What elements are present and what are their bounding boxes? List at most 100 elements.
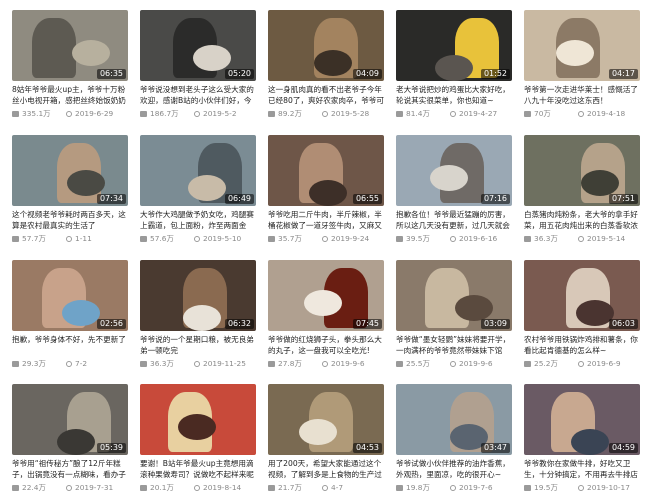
thumbnail-object [183, 305, 221, 331]
view-count: 89.2万 [278, 109, 302, 118]
video-card[interactable]: 要谢！B站年爷最火up主竟想用滴滚种果做寿司？说做吃不起样来呢~ 20.1万 201… [140, 384, 256, 493]
upload-date: 2019-6-29 [75, 109, 114, 118]
play-count-icon [524, 361, 531, 367]
play-count-icon [524, 485, 531, 491]
video-thumbnail[interactable]: 06:32 [140, 260, 256, 331]
thumbnail-object [72, 40, 110, 66]
video-thumbnail[interactable] [140, 384, 256, 455]
video-thumbnail[interactable]: 04:09 [268, 10, 384, 81]
upload-date: 2019-5-2 [203, 109, 237, 118]
thumbnail-object [178, 414, 216, 440]
upload-date: 2019-7-31 [75, 483, 114, 492]
video-thumbnail[interactable]: 03:09 [396, 260, 512, 331]
video-card[interactable]: 04:53 用了200天，希望大家能通过这个视频，了解到多是上食物的生产过 21.7… [268, 384, 384, 493]
video-card[interactable]: 06:49 大爷作大鸡腿做予奶女吃，鸡腿赛上霸道，包上面粉，炸至两面金 57.6万 2… [140, 135, 256, 244]
video-title[interactable]: 大爷作大鸡腿做予奶女吃，鸡腿赛上霸道，包上面粉，炸至两面金 [140, 209, 256, 231]
view-count: 20.1万 [150, 483, 174, 492]
view-count: 57.6万 [150, 234, 174, 243]
view-count: 81.4万 [406, 109, 430, 118]
video-card[interactable]: 06:35 8姑年爷爷最火up主，爷爷十万粉丝小电视开箱，感把丝终始饭奶奶打 335… [12, 10, 128, 119]
video-duration: 07:16 [480, 194, 510, 204]
video-card[interactable]: 06:32 爷爷说的一个星期口粮，被无良弟弟一顿吃完 36.3万 2019-11-25 [140, 260, 256, 369]
video-title[interactable]: 爷爷说的一个星期口粮，被无良弟弟一顿吃完 [140, 334, 256, 356]
video-title[interactable]: 爷爷用“祖传秘方”酿了12斤年糕子，出锅竟没有一点糊味，看办子 [12, 458, 128, 480]
video-thumbnail[interactable]: 06:35 [12, 10, 128, 81]
video-title[interactable]: 白蒸猪肉炖粉条，老大爷的拿手好菜，用五花肉炖出来的白蒸香软浓 [524, 209, 640, 231]
video-meta: 36.3万 2019-11-25 [140, 359, 256, 369]
video-thumbnail[interactable]: 01:52 [396, 10, 512, 81]
video-title[interactable]: 要谢！B站年爷最火up主竟想用滴滚种果做寿司？说做吃不起样来呢~ [140, 458, 256, 480]
video-title[interactable]: 爷爷第一次走进华莱士！感慨活了八九十年没吃过这东西！ [524, 84, 640, 106]
video-title[interactable]: 农村爷爷用铁锅炸鸡排和薯条，你看比起肯德基的怎么样~ [524, 334, 640, 356]
video-meta: 89.2万 2019-5-28 [268, 109, 384, 119]
video-thumbnail[interactable]: 07:34 [12, 135, 128, 206]
video-title[interactable]: 爷爷吃用二斤牛肉，半斤辣椒，半桶花椒做了一道牙签牛肉，又麻又 [268, 209, 384, 231]
view-count: 36.3万 [534, 234, 558, 243]
video-title[interactable]: 爷爷试做小伙伴推荐的油炸香蕉，外观热，里面凉，吃的很开心~ [396, 458, 512, 480]
clock-icon [322, 361, 328, 367]
video-title[interactable]: 用了200天，希望大家能通过这个视频，了解到多是上食物的生产过 [268, 458, 384, 480]
video-thumbnail[interactable]: 06:03 [524, 260, 640, 331]
video-thumbnail[interactable]: 05:20 [140, 10, 256, 81]
upload-date: 2019-9-6 [459, 359, 493, 368]
video-title[interactable]: 这个视频老爷爷耗时两百多天，这算是农村最真实的生活了 [12, 209, 128, 231]
video-card[interactable]: 01:52 老大爷说把炒的鸡蛋比大家好吃，轮说其实很菜单，你也知道~ 81.4万 20… [396, 10, 512, 119]
video-title[interactable]: 爷爷做的红烧狮子头，拳头那么大的丸子，这一盘我可以全吃光! [268, 334, 384, 356]
thumbnail-object [309, 180, 347, 206]
video-thumbnail[interactable]: 04:53 [268, 384, 384, 455]
video-title[interactable]: 这一身肌肉真的看不出老爷子今年已经80了，爽好农家肉卒，爷爷可 [268, 84, 384, 106]
video-title[interactable]: 爷爷做“墨女轻鹦”妹妹将要开学，一肉满杯的爷爷竟然带妹妹下馆 [396, 334, 512, 356]
video-thumbnail[interactable]: 03:47 [396, 384, 512, 455]
video-title[interactable]: 8姑年爷爷最火up主，爷爷十万粉丝小电视开箱，感把丝终始饭奶奶打 [12, 84, 128, 106]
video-thumbnail[interactable]: 06:55 [268, 135, 384, 206]
video-card[interactable]: 07:16 抱歉各位！爷爷最近猛蹦的厉害，所以这几天没有更新，过几天就会 39.5万… [396, 135, 512, 244]
play-count-icon [396, 485, 403, 491]
video-card[interactable]: 03:09 爷爷做“墨女轻鹦”妹妹将要开学，一肉满杯的爷爷竟然带妹妹下馆 25.5万… [396, 260, 512, 369]
video-card[interactable]: 05:20 爷爷说没想到老头子这么受大家的欢迎，感谢B站的小伙伴们好，今天 186.… [140, 10, 256, 119]
thumbnail-object [571, 429, 609, 455]
view-count: 21.7万 [278, 483, 302, 492]
video-meta: 36.3万 2019-5-14 [524, 234, 640, 244]
video-title[interactable]: 爷爷说没想到老头子这么受大家的欢迎，感谢B站的小伙伴们好，今天 [140, 84, 256, 106]
video-card[interactable]: 04:17 爷爷第一次走进华莱士！感慨活了八九十年没吃过这东西！ 70万 2019-4… [524, 10, 640, 119]
play-count-icon [524, 111, 531, 117]
video-title[interactable]: 抱歉各位！爷爷最近猛蹦的厉害，所以这几天没有更新，过几天就会 [396, 209, 512, 231]
video-card[interactable]: 04:09 这一身肌肉真的看不出老爷子今年已经80了，爽好农家肉卒，爷爷可 89.2… [268, 10, 384, 119]
play-count-icon [268, 111, 275, 117]
clock-icon [194, 111, 200, 117]
video-meta: 19.8万 2019-7-6 [396, 483, 512, 493]
thumbnail-object [455, 295, 493, 321]
video-title[interactable]: 爷爷教你在家做牛排，好吃又卫生，十分钟搞定，不用再去牛排店 [524, 458, 640, 480]
video-card[interactable]: 07:45 爷爷做的红烧狮子头，拳头那么大的丸子，这一盘我可以全吃光! 27.8万 2… [268, 260, 384, 369]
video-card[interactable]: 06:03 农村爷爷用铁锅炸鸡排和薯条，你看比起肯德基的怎么样~ 25.2万 2019… [524, 260, 640, 369]
view-count: 57.7万 [22, 234, 46, 243]
video-duration: 04:59 [608, 443, 638, 453]
video-thumbnail[interactable]: 07:45 [268, 260, 384, 331]
video-card[interactable]: 02:56 抱歉，爷爷身体不好，先不更新了 29.3万 7-2 [12, 260, 128, 369]
thumbnail-object [435, 55, 473, 81]
play-count-icon [396, 361, 403, 367]
video-card[interactable]: 05:39 爷爷用“祖传秘方”酿了12斤年糕子，出锅竟没有一点糊味，看办子 22.4… [12, 384, 128, 493]
video-thumbnail[interactable]: 04:59 [524, 384, 640, 455]
upload-date: 2019-8-14 [203, 483, 242, 492]
video-thumbnail[interactable]: 02:56 [12, 260, 128, 331]
video-thumbnail[interactable]: 05:39 [12, 384, 128, 455]
upload-date: 4-7 [331, 483, 344, 492]
video-thumbnail[interactable]: 04:17 [524, 10, 640, 81]
video-thumbnail[interactable]: 07:51 [524, 135, 640, 206]
play-count-icon [268, 236, 275, 242]
video-title[interactable]: 老大爷说把炒的鸡蛋比大家好吃，轮说其实很菜单，你也知道~ [396, 84, 512, 106]
upload-date: 2019-9-24 [331, 234, 370, 243]
video-duration: 07:45 [352, 319, 382, 329]
video-thumbnail[interactable]: 06:49 [140, 135, 256, 206]
video-meta: 81.4万 2019-4-27 [396, 109, 512, 119]
video-duration: 01:52 [480, 69, 510, 79]
video-card[interactable]: 07:34 这个视频老爷爷耗时两百多天，这算是农村最真实的生活了 57.7万 1-11 [12, 135, 128, 244]
video-card[interactable]: 07:51 白蒸猪肉炖粉条，老大爷的拿手好菜，用五花肉炖出来的白蒸香软浓 36.3万… [524, 135, 640, 244]
video-card[interactable]: 06:55 爷爷吃用二斤牛肉，半斤辣椒，半桶花椒做了一道牙签牛肉，又麻又 35.7万… [268, 135, 384, 244]
video-thumbnail[interactable]: 07:16 [396, 135, 512, 206]
upload-date: 2019-6-16 [459, 234, 498, 243]
video-card[interactable]: 04:59 爷爷教你在家做牛排，好吃又卫生，十分钟搞定，不用再去牛排店 19.5万 2… [524, 384, 640, 493]
video-card[interactable]: 03:47 爷爷试做小伙伴推荐的油炸香蕉，外观热，里面凉，吃的很开心~ 19.8万 2… [396, 384, 512, 493]
video-title[interactable]: 抱歉，爷爷身体不好，先不更新了 [12, 334, 128, 356]
